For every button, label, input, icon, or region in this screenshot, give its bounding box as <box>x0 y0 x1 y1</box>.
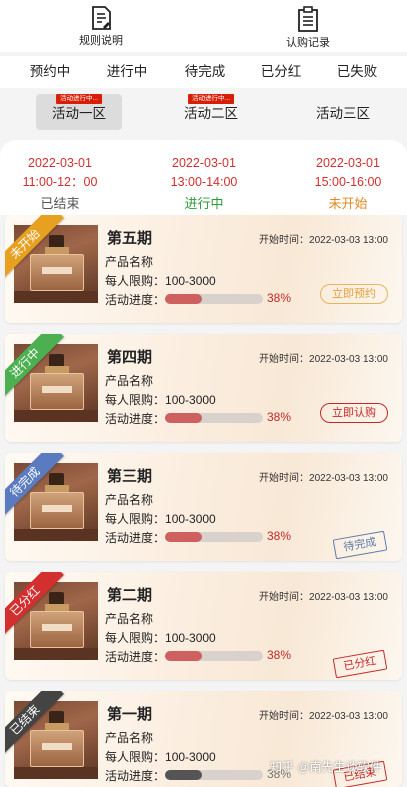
progress-fill <box>165 413 203 423</box>
watermark: 知乎 @南先生谈软件 <box>270 760 382 774</box>
progress-label: 活动进度： <box>105 650 166 664</box>
start-time: 开始时间：2022-03-03 13:00 <box>259 473 388 484</box>
start-time: 开始时间：2022-03-03 13:00 <box>259 711 388 722</box>
progress-percent: 38% <box>267 648 292 662</box>
zone-tab-2[interactable]: 活动进行中... 活动二区 <box>168 94 254 130</box>
progress-label: 活动进度： <box>105 293 166 307</box>
zone-label: 活动二区 <box>184 106 238 121</box>
zone-label: 活动三区 <box>316 106 370 121</box>
activity-card[interactable]: 未开始 第五期 开始时间：2022-03-03 13:00 产品名称 每人限购：… <box>5 215 402 323</box>
tab-reserving[interactable]: 预约中 <box>15 56 85 88</box>
progress-fill <box>165 532 203 542</box>
subscription-record-button[interactable]: 认购记录 <box>263 6 353 50</box>
purchase-limit: 每人限购：100-3000 <box>105 393 216 407</box>
purchase-limit: 每人限购：100-3000 <box>105 631 216 645</box>
purchase-limit: 每人限购：100-3000 <box>105 512 216 526</box>
progress-percent: 38% <box>267 529 292 543</box>
session-time: 15:00-16:00 <box>314 175 382 189</box>
tab-pending[interactable]: 待完成 <box>170 56 240 88</box>
zone-tab-1[interactable]: 活动进行中... 活动一区 <box>36 94 122 130</box>
progress-bar <box>165 413 263 423</box>
progress-percent: 38% <box>267 291 292 305</box>
top-header: 规则说明 认购记录 <box>0 0 407 52</box>
zone-tag: 活动进行中... <box>188 94 234 104</box>
session-3[interactable]: 2022-03-01 15:00-16:00 未开始 <box>298 154 398 213</box>
product-name: 产品名称 <box>105 493 154 507</box>
purchase-limit: 每人限购：100-3000 <box>105 274 216 288</box>
clipboard-icon <box>298 6 318 32</box>
session-status: 进行中 <box>184 196 224 211</box>
activity-card[interactable]: 待完成 第三期 开始时间：2022-03-03 13:00 产品名称 每人限购：… <box>5 453 402 561</box>
period-title: 第四期 <box>107 349 153 366</box>
session-2[interactable]: 2022-03-01 13:00-14:00 进行中 <box>154 154 254 213</box>
progress-bar <box>165 294 263 304</box>
product-name: 产品名称 <box>105 255 154 269</box>
progress-label: 活动进度： <box>105 769 166 783</box>
tab-dividend[interactable]: 已分红 <box>246 56 316 88</box>
progress-percent: 38% <box>267 410 292 424</box>
session-status: 已结束 <box>40 196 80 211</box>
session-date: 2022-03-01 <box>316 156 380 170</box>
record-label: 认购记录 <box>286 37 330 49</box>
session-date: 2022-03-01 <box>28 156 92 170</box>
progress-bar <box>165 770 263 780</box>
start-time: 开始时间：2022-03-03 13:00 <box>259 235 388 246</box>
session-status: 未开始 <box>328 196 368 211</box>
session-time: 13:00-14:00 <box>170 175 238 189</box>
progress-label: 活动进度： <box>105 412 166 426</box>
activity-card[interactable]: 进行中 第四期 开始时间：2022-03-03 13:00 产品名称 每人限购：… <box>5 334 402 442</box>
session-time: 11:00-12：00 <box>22 175 98 189</box>
period-title: 第二期 <box>107 587 153 604</box>
zone-tab-3[interactable]: 活动三区 <box>300 94 386 130</box>
start-time: 开始时间：2022-03-03 13:00 <box>259 592 388 603</box>
progress-fill <box>165 770 203 780</box>
book-now-button[interactable]: 立即预约 <box>320 284 388 304</box>
tab-failed[interactable]: 已失败 <box>322 56 392 88</box>
document-icon <box>92 6 111 30</box>
zone-label: 活动一区 <box>52 106 106 121</box>
product-name: 产品名称 <box>105 612 154 626</box>
progress-fill <box>165 651 203 661</box>
activity-card[interactable]: 已分红 第二期 开始时间：2022-03-03 13:00 产品名称 每人限购：… <box>5 572 402 680</box>
zone-tag: 活动进行中... <box>56 94 102 104</box>
zone-tabs: 活动进行中... 活动一区 活动进行中... 活动二区 活动三区 <box>0 90 407 136</box>
tab-in-progress[interactable]: 进行中 <box>92 56 162 88</box>
progress-fill <box>165 294 203 304</box>
session-date: 2022-03-01 <box>172 156 236 170</box>
rules-label: 规则说明 <box>79 35 123 47</box>
rules-button[interactable]: 规则说明 <box>56 6 146 48</box>
progress-bar <box>165 651 263 661</box>
start-time: 开始时间：2022-03-03 13:00 <box>259 354 388 365</box>
progress-bar <box>165 532 263 542</box>
progress-label: 活动进度： <box>105 531 166 545</box>
purchase-limit: 每人限购：100-3000 <box>105 750 216 764</box>
status-tabs: 预约中 进行中 待完成 已分红 已失败 <box>0 56 407 88</box>
period-title: 第三期 <box>107 468 153 485</box>
pending-stamp: 待完成 <box>332 530 388 560</box>
period-title: 第一期 <box>107 706 153 723</box>
period-title: 第五期 <box>107 230 153 247</box>
dividend-stamp: 已分红 <box>332 649 388 679</box>
session-1[interactable]: 2022-03-01 11:00-12：00 已结束 <box>10 154 110 213</box>
subscribe-now-button[interactable]: 立即认购 <box>320 403 388 423</box>
session-selector: 2022-03-01 11:00-12：00 已结束 2022-03-01 13… <box>0 140 407 215</box>
product-name: 产品名称 <box>105 731 154 745</box>
product-name: 产品名称 <box>105 374 154 388</box>
